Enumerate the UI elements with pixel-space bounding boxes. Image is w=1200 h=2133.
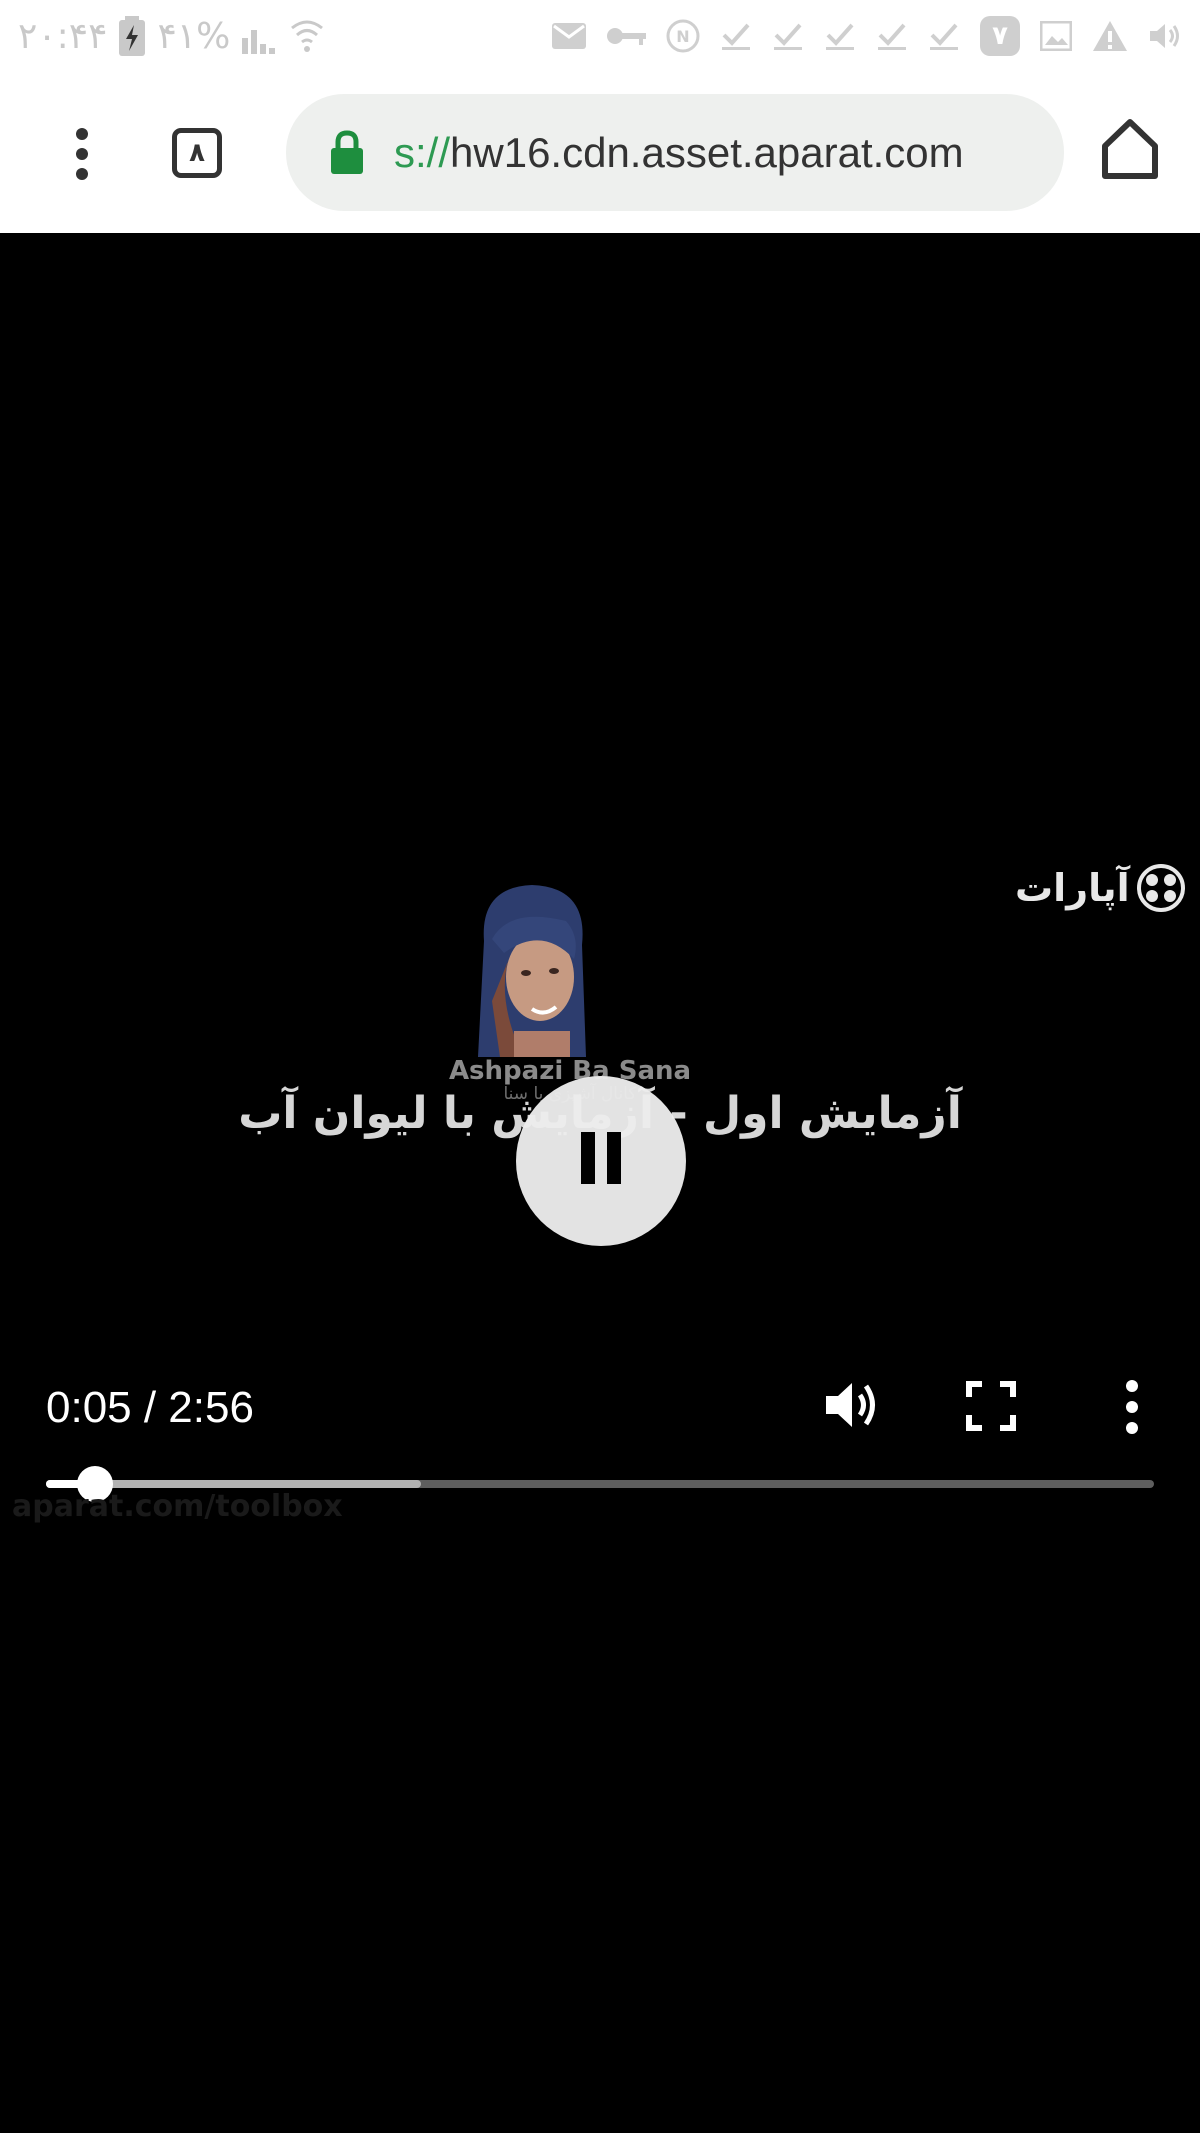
url-text[interactable]: s://hw16.cdn.asset.aparat.com: [394, 94, 1044, 211]
key-icon: [606, 25, 646, 47]
status-clock: ۲۰:۴۴: [18, 15, 108, 57]
fullscreen-icon: [966, 1381, 1016, 1431]
seek-bar[interactable]: [46, 1466, 1154, 1502]
signal-icon: [242, 18, 278, 54]
volume-icon: [826, 1383, 875, 1427]
more-vert-icon: [1126, 1380, 1138, 1434]
mail-icon: [552, 23, 586, 49]
mute-button[interactable]: [822, 1376, 880, 1434]
overflow-menu-button[interactable]: [62, 126, 102, 182]
time-display: 0:05 / 2:56: [46, 1383, 254, 1432]
download-done-icon: [928, 21, 960, 51]
tab-switcher-button[interactable]: ۸: [172, 128, 222, 178]
volume-icon: [1148, 21, 1182, 51]
battery-percent: ۴۱%: [157, 15, 231, 57]
status-bar: ۲۰:۴۴ ۴۱% N ۷: [0, 0, 1200, 72]
warning-icon: [1092, 20, 1128, 52]
url-scheme: s://: [394, 129, 451, 176]
lock-icon: [330, 130, 364, 174]
video-player[interactable]: آپارات Ashpazi Ba Sana کانال آشپزی با سن…: [0, 233, 1200, 2133]
pause-icon: [607, 1132, 621, 1184]
download-done-icon: [720, 21, 752, 51]
player-more-button[interactable]: [1118, 1379, 1146, 1435]
watermark-text: aparat.com/toolbox: [12, 1489, 343, 1524]
aparat-logo-text: آپارات: [1015, 866, 1130, 910]
status-left: ۲۰:۴۴ ۴۱%: [18, 10, 324, 62]
aparat-logo: آپارات: [1015, 863, 1186, 913]
tab-count: ۸: [189, 138, 205, 168]
fullscreen-button[interactable]: [966, 1381, 1016, 1431]
pause-icon: [581, 1132, 595, 1184]
image-icon: [1040, 21, 1072, 51]
status-notifications: N ۷: [552, 10, 1182, 62]
pause-button[interactable]: [516, 1076, 686, 1246]
browser-toolbar: ۸ s://hw16.cdn.asset.aparat.com: [0, 72, 1200, 233]
battery-charging-icon: [119, 16, 146, 56]
download-done-icon: [772, 21, 804, 51]
presenter-portrait: [470, 881, 594, 1057]
aparat-logo-icon: [1136, 864, 1185, 912]
vpn-icon: N: [666, 19, 700, 53]
more-vert-icon: [76, 128, 88, 180]
notification-badge-text: ۷: [992, 21, 1008, 51]
notification-badge-icon: ۷: [980, 16, 1020, 56]
home-button[interactable]: [1100, 118, 1160, 180]
url-host: hw16.cdn.asset.aparat.com: [450, 129, 964, 176]
url-bar[interactable]: s://hw16.cdn.asset.aparat.com: [286, 94, 1064, 211]
home-icon: [1102, 119, 1158, 179]
wifi-icon: [290, 18, 324, 54]
download-done-icon: [824, 21, 856, 51]
download-done-icon: [876, 21, 908, 51]
svg-text:N: N: [676, 27, 689, 46]
